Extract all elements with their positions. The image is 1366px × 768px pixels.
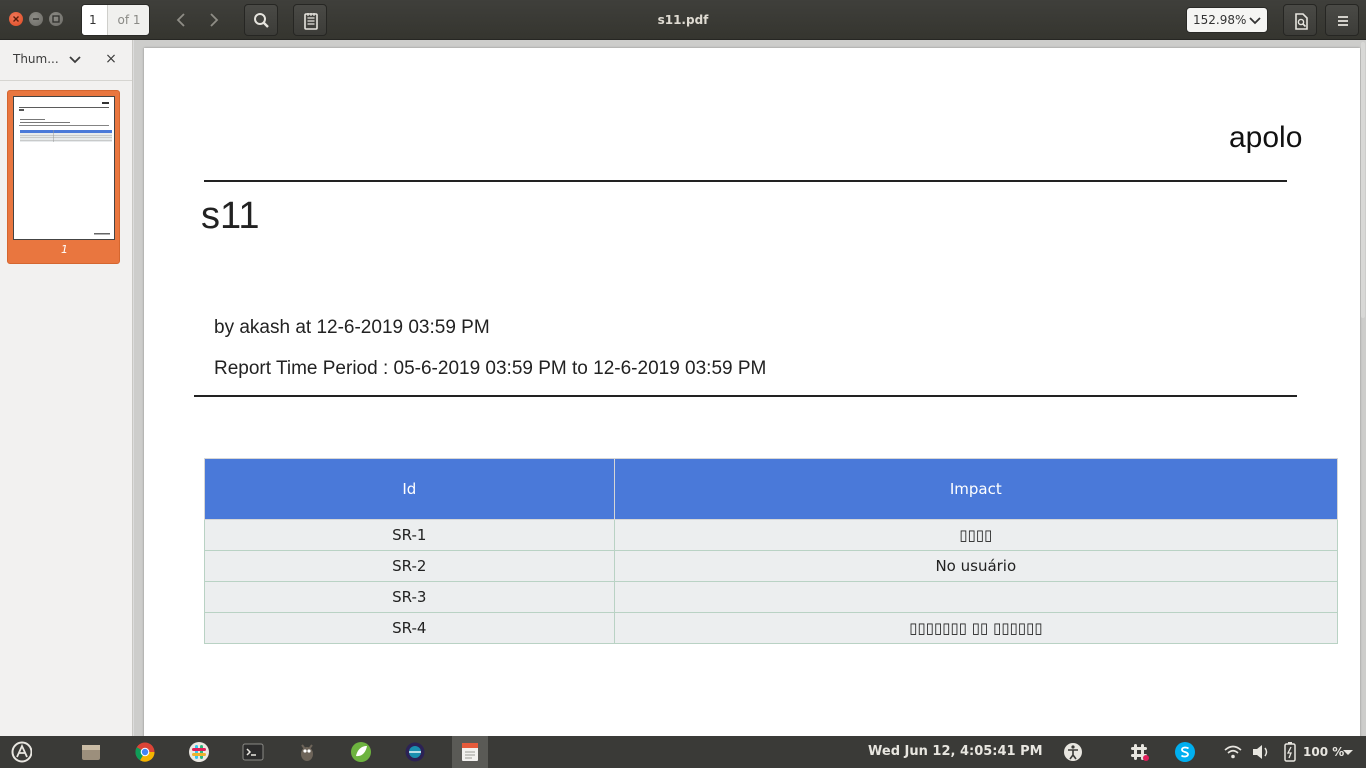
report-table: Id Impact SR-1 ▯▯▯▯ SR-2 No usuário SR-3 xyxy=(204,458,1339,644)
document-properties-icon xyxy=(1295,13,1308,30)
report-company-name: apolo xyxy=(1229,121,1303,154)
maximize-icon xyxy=(52,15,60,23)
chevron-left-icon xyxy=(176,13,185,27)
spring-icon[interactable] xyxy=(350,741,372,763)
chevron-down-icon xyxy=(1249,17,1261,25)
column-header-id: Id xyxy=(204,458,615,520)
cell-id: SR-2 xyxy=(204,550,615,582)
chevron-down-icon[interactable] xyxy=(1340,741,1362,763)
close-icon xyxy=(13,16,19,22)
zoom-select[interactable]: 152.98% xyxy=(1186,7,1268,33)
scrollbar-thumb[interactable] xyxy=(1361,42,1365,318)
accessibility-icon[interactable] xyxy=(1062,741,1084,763)
chevron-down-icon[interactable] xyxy=(68,54,82,66)
minimize-icon xyxy=(33,18,39,20)
vertical-scrollbar[interactable] xyxy=(1360,40,1366,736)
sidebar-header: Thum... × xyxy=(0,40,132,81)
slack-status-icon[interactable] xyxy=(1128,741,1150,763)
cell-impact xyxy=(613,581,1339,613)
thumbnail-miniature xyxy=(19,102,112,235)
section-divider xyxy=(194,395,1297,397)
thumbnail-preview xyxy=(13,96,115,240)
report-byline: by akash at 12-6-2019 03:59 PM xyxy=(214,317,490,338)
column-header-impact: Impact xyxy=(613,458,1339,520)
annotations-icon xyxy=(304,13,318,30)
wifi-icon[interactable] xyxy=(1222,741,1244,763)
window-maximize-button[interactable] xyxy=(49,12,63,26)
table-row: SR-1 ▯▯▯▯ xyxy=(204,519,1339,551)
cell-id: SR-1 xyxy=(204,519,615,551)
page-selector: 1 of 1 xyxy=(81,4,150,36)
table-row: SR-2 No usuário xyxy=(204,550,1339,582)
search-button[interactable] xyxy=(244,4,278,36)
chrome-icon[interactable] xyxy=(134,741,156,763)
battery-percentage[interactable]: 100 % xyxy=(1303,736,1344,768)
document-title: s11.pdf xyxy=(657,13,709,27)
terminal-icon[interactable] xyxy=(242,741,264,763)
search-icon xyxy=(254,13,269,28)
battery-icon[interactable] xyxy=(1279,741,1301,763)
page-total-label: of 1 xyxy=(117,13,141,27)
previous-page-button[interactable] xyxy=(165,4,199,36)
zoom-value: 152.98% xyxy=(1193,13,1247,27)
annotations-button[interactable] xyxy=(293,4,327,36)
cell-impact: No usuário xyxy=(613,550,1339,582)
sidebar-mode-select[interactable]: Thum... xyxy=(13,52,59,66)
cell-impact: ▯▯▯▯ xyxy=(613,519,1339,551)
cell-id: SR-4 xyxy=(204,612,615,644)
report-period: Report Time Period : 05-6-2019 03:59 PM … xyxy=(214,358,767,379)
files-icon[interactable] xyxy=(80,741,102,763)
next-page-button[interactable] xyxy=(197,4,231,36)
page-number-input[interactable]: 1 xyxy=(82,5,108,35)
table-row: SR-3 xyxy=(204,581,1339,613)
page-thumbnail[interactable]: 1 xyxy=(7,90,120,264)
eclipse-icon[interactable] xyxy=(404,741,426,763)
window-minimize-button[interactable] xyxy=(29,12,43,26)
report-title: s11 xyxy=(201,195,260,237)
document-properties-button[interactable] xyxy=(1283,4,1317,36)
thumbnail-page-number: 1 xyxy=(61,243,68,256)
ubuntu-logo-icon[interactable] xyxy=(10,741,32,763)
pdf-page: apolo s11 by akash at 12-6-2019 03:59 PM… xyxy=(144,48,1360,736)
table-header-row: Id Impact xyxy=(204,458,1339,520)
slack-icon[interactable] xyxy=(188,741,210,763)
document-viewer-icon[interactable] xyxy=(459,741,481,763)
sidebar: Thum... × 1 xyxy=(0,40,133,736)
main-menu-button[interactable] xyxy=(1325,4,1359,36)
table-row: SR-4 ▯▯▯▯▯▯▯ ▯▯ ▯▯▯▯▯▯ xyxy=(204,612,1339,644)
cell-id: SR-3 xyxy=(204,581,615,613)
header-divider xyxy=(204,180,1287,182)
skype-icon[interactable] xyxy=(1174,741,1196,763)
hamburger-menu-icon xyxy=(1338,16,1348,26)
sidebar-close-button[interactable]: × xyxy=(104,51,118,67)
volume-icon[interactable] xyxy=(1250,741,1272,763)
window-close-button[interactable] xyxy=(9,12,23,26)
header-bar: 1 of 1 s11.pdf 152.98% xyxy=(0,0,1366,40)
chevron-right-icon xyxy=(210,13,219,27)
taskbar: Wed Jun 12, 4:05:41 PM 100 % xyxy=(0,736,1366,768)
document-view[interactable]: apolo s11 by akash at 12-6-2019 03:59 PM… xyxy=(134,40,1366,736)
cell-impact: ▯▯▯▯▯▯▯ ▯▯ ▯▯▯▯▯▯ xyxy=(613,612,1339,644)
clock[interactable]: Wed Jun 12, 4:05:41 PM xyxy=(868,736,1043,768)
gimp-icon[interactable] xyxy=(296,741,318,763)
